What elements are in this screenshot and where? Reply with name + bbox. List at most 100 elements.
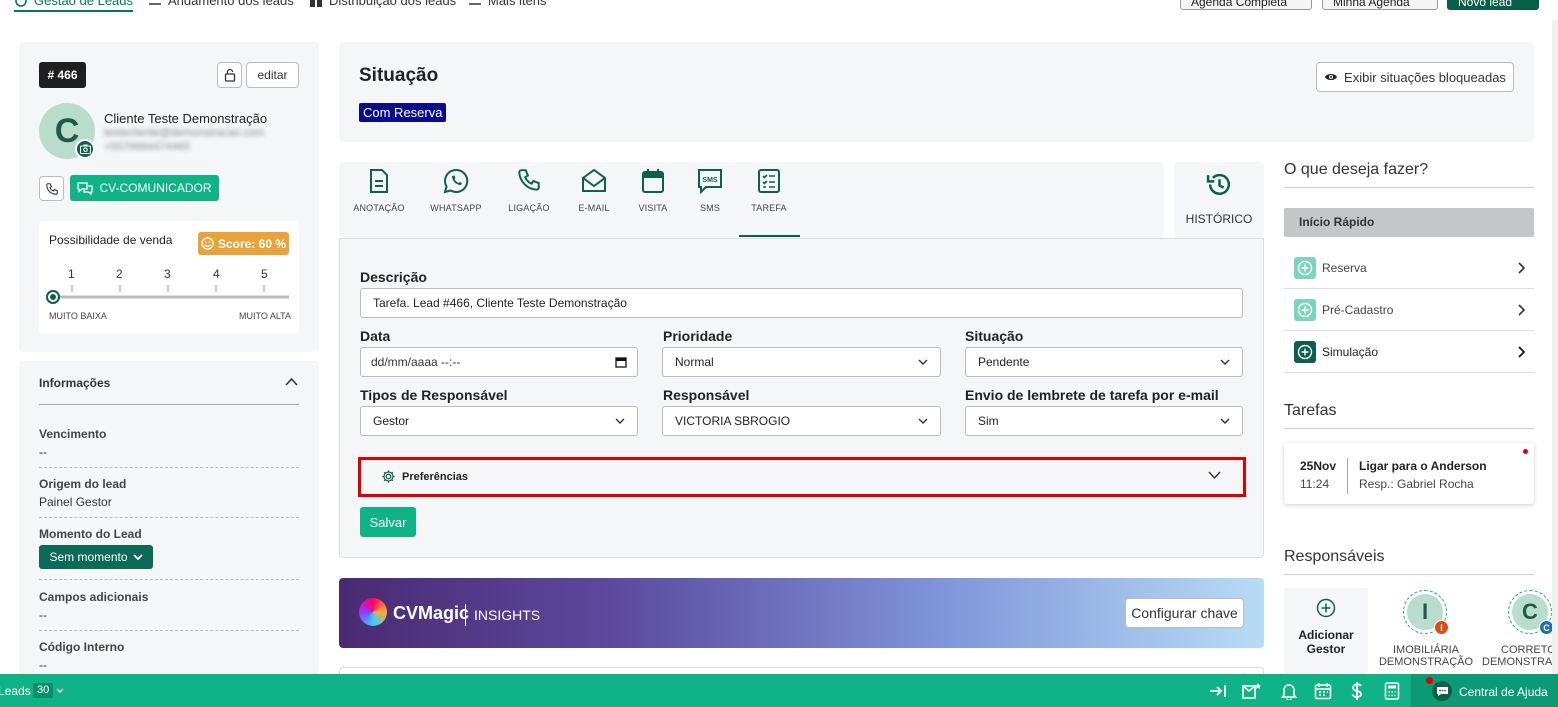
task-resp: Resp.: Gabriel Rocha [1359,477,1474,491]
responsible-label-line: IMOBILIÁRIA [1392,644,1460,656]
sale-chance-slider[interactable] [45,282,293,306]
resp-type-select[interactable]: Gestor [360,406,638,436]
cvmagic-logo-icon [359,598,387,626]
score-badge: Score: 60 % [198,232,289,255]
menu-icon [469,2,481,5]
leads-icon [15,0,27,7]
calendar-icon[interactable] [615,356,627,368]
chat-bubble-icon [1432,681,1452,701]
chevron-down-icon [1208,471,1221,480]
tab-mais-itens[interactable]: Mais itens [468,0,547,8]
tab-label: Mais itens [488,0,547,8]
lead-id-badge: # 466 [39,62,86,88]
quick-start-header: Início Rápido [1284,208,1534,237]
task-card[interactable] [1284,443,1534,504]
leads-count: 30 [33,683,54,698]
date-placeholder: dd/mm/aaaa --:-- [371,355,461,369]
description-value: Tarefa. Lead #466, Cliente Teste Demonst… [373,296,627,310]
scrollbar[interactable] [1552,20,1558,674]
tab-gestao-leads[interactable]: Gestão de Leads [14,0,134,12]
history-label: HISTÓRICO [1185,212,1253,226]
date-input[interactable]: dd/mm/aaaa --:-- [360,347,638,377]
tick-label: 5 [261,267,268,281]
divider [39,467,299,468]
show-blocked-button[interactable]: Exibir situações bloqueadas [1316,62,1514,92]
tab-distribuicao-leads[interactable]: Distribuição dos leads [309,0,456,8]
chevron-right-icon [1518,303,1526,316]
reminder-value: Sim [978,414,999,428]
chevron-down-icon[interactable] [56,688,64,694]
status-select[interactable]: Pendente [965,347,1243,377]
max-label: MUITO ALTA [239,311,292,321]
tab-andamento-leads[interactable]: Andamento dos leads [148,0,294,8]
preferences-accordion[interactable] [358,457,1246,497]
mail-star-icon[interactable] [1242,682,1262,700]
configure-key-button[interactable]: Configurar chave [1125,598,1244,628]
bell-icon[interactable] [1281,683,1297,700]
divider [39,404,299,405]
cvmagic-brand: CVMagic [393,603,470,623]
status-value: Pendente [978,355,1030,369]
quick-item-simulacao[interactable]: Simulação [1284,331,1534,373]
responsibles-title: Responsáveis [1284,548,1385,565]
camera-icon [79,144,91,154]
calculator-icon[interactable] [1384,682,1400,700]
reminder-label: Envio de lembrete de tarefa por e-mail [965,387,1219,403]
divider [39,630,299,631]
info-value: -- [39,445,47,459]
dollar-icon[interactable] [1350,681,1364,701]
quick-item-pre-cadastro[interactable]: Pré-Cadastro [1284,289,1534,331]
info-title: Informações [39,376,111,390]
priority-label: Prioridade [663,328,733,344]
task-list-icon [758,169,780,193]
envelope-open-icon [582,168,606,192]
camera-button[interactable] [75,139,95,159]
chevron-right-icon [1518,261,1526,274]
reminder-select[interactable]: Sim [965,406,1243,436]
save-button[interactable]: Salvar [360,507,416,537]
minha-agenda-button[interactable]: Minha Agenda [1322,0,1438,10]
add-manager-label: Adicionar Gestor [1298,628,1354,656]
divider [39,517,299,518]
tab-ligacao[interactable]: LIGAÇÃO [494,168,564,213]
info-value: Painel Gestor [39,495,112,509]
chevron-up-icon[interactable] [285,377,298,386]
tasks-title: Tarefas [1284,402,1337,419]
tab-label: LIGAÇÃO [508,203,550,213]
unlock-button[interactable] [217,62,242,88]
chevron-down-icon [1220,359,1230,365]
edit-button[interactable]: editar [246,62,299,88]
collapse-right-icon[interactable] [1209,683,1227,699]
priority-select[interactable]: Normal [662,347,941,377]
momento-dropdown[interactable]: Sem momento [39,545,153,569]
situation-badge: Com Reserva [359,103,447,122]
tab-whatsapp[interactable]: WHATSAPP [421,168,491,213]
tab-tarefa[interactable]: TAREFA [734,168,804,213]
calendar-icon[interactable] [1314,682,1332,700]
agenda-completa-button[interactable]: Agenda Completa [1180,0,1312,10]
tab-label: SMS [699,203,721,213]
novo-lead-button[interactable]: Novo lead [1447,0,1539,10]
whatsapp-icon [443,168,469,194]
info-label: Campos adicionais [39,590,149,604]
cv-comunicador-button[interactable]: CV-COMUNICADOR [70,175,219,201]
chat-icon [77,181,94,195]
description-input[interactable]: Tarefa. Lead #466, Cliente Teste Demonst… [360,288,1243,318]
notification-dot [1426,677,1433,684]
responsible-select[interactable]: VICTORIA SBROGIO [662,406,941,436]
phone-icon [45,182,58,195]
tab-anotacao[interactable]: ANOTAÇÃO [344,168,414,213]
quick-item-reserva[interactable]: Reserva [1284,247,1534,289]
divider [1284,574,1534,575]
divider [1284,187,1534,188]
chevron-down-icon [132,553,143,560]
call-button[interactable] [39,176,64,201]
divider [39,579,299,580]
responsible-label: Responsável [663,387,750,403]
list-check-icon [149,2,161,5]
unread-dot [1523,449,1528,454]
eye-icon [1325,74,1338,80]
unlock-icon [224,68,235,82]
info-label: Origem do lead [39,477,127,491]
document-icon [370,169,388,193]
